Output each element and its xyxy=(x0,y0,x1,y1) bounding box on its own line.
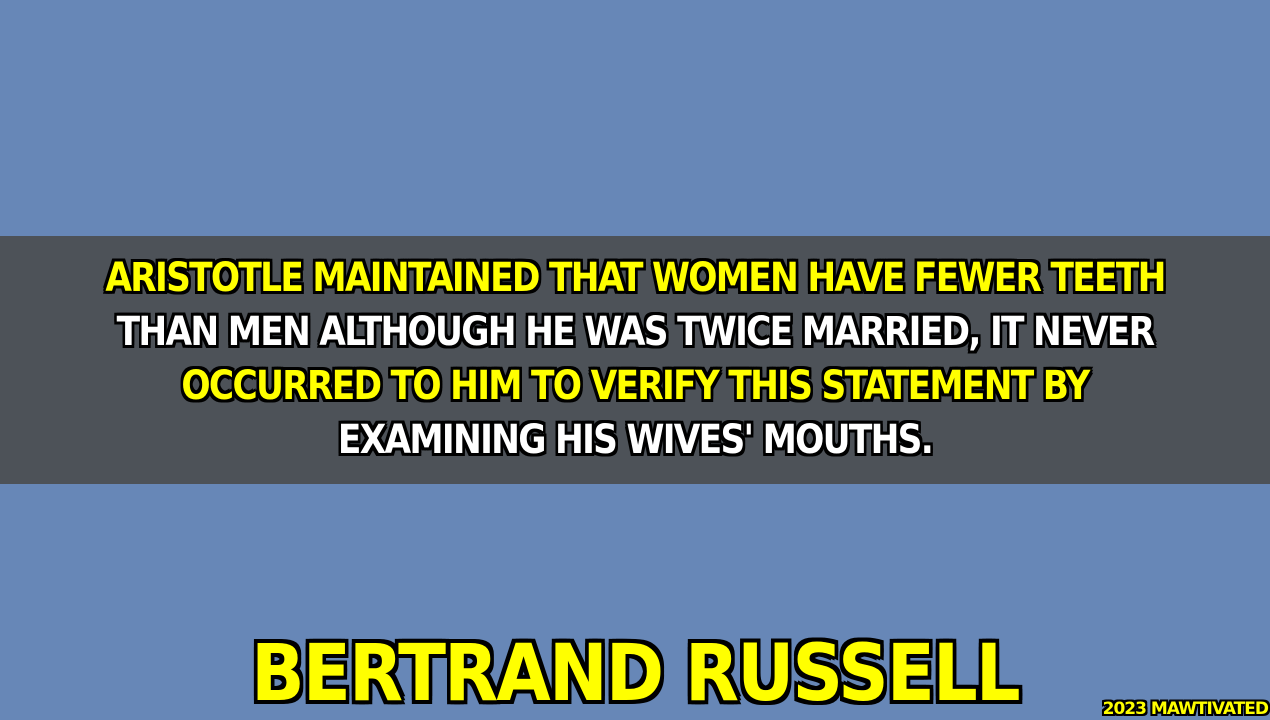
watermark-credit: 2023 MAWTIVATED xyxy=(1102,699,1269,719)
quote-text: ARISTOTLE MAINTAINED THAT WOMEN HAVE FEW… xyxy=(0,251,1270,467)
quote-line-1: ARISTOTLE MAINTAINED THAT WOMEN HAVE FEW… xyxy=(105,255,1166,301)
quote-line-4: EXAMINING HIS WIVES' MOUTHS. xyxy=(337,417,934,463)
quote-line-2: THAN MEN ALTHOUGH HE WAS TWICE MARRIED, … xyxy=(116,309,1155,355)
quote-author: BERTRAND RUSSELL xyxy=(251,629,1021,719)
quote-line-3: OCCURRED TO HIM TO VERIFY THIS STATEMENT… xyxy=(181,363,1090,409)
